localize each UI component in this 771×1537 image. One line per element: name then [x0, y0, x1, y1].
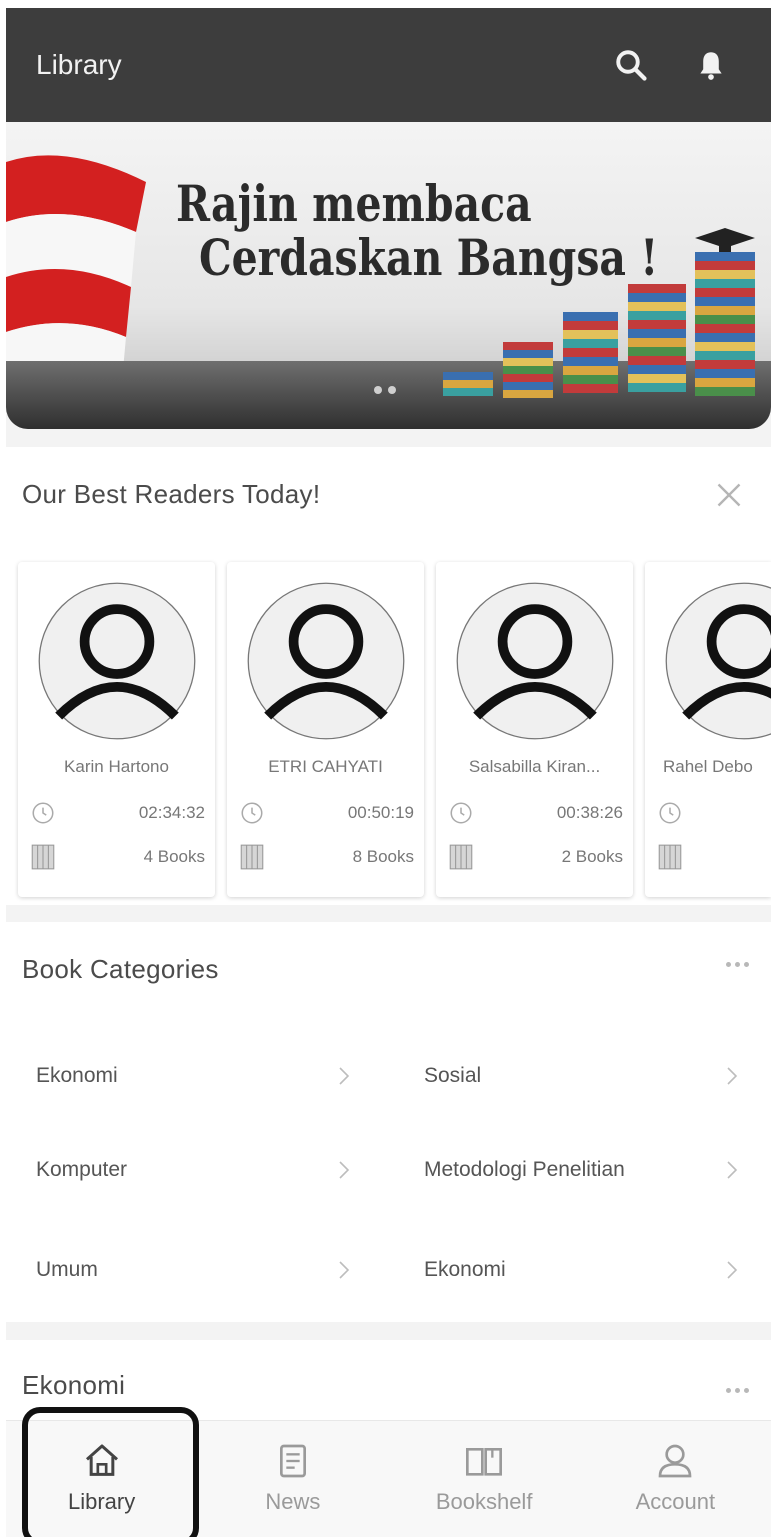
- category-label: Umum: [36, 1258, 98, 1281]
- more-dot: [744, 1388, 749, 1393]
- nav-label: Account: [635, 1489, 716, 1514]
- books-read: 4 Books: [143, 847, 205, 866]
- reading-time-row: 02:34:32: [30, 798, 205, 828]
- avatar-icon: [456, 582, 614, 740]
- clock-icon: [450, 802, 472, 824]
- page-title: Library: [36, 49, 122, 80]
- reading-time-row: 00: [657, 798, 771, 828]
- reading-time-row: 00:38:26: [448, 798, 623, 828]
- category-item[interactable]: Umum: [36, 1240, 356, 1300]
- book-categories-title: Book Categories: [22, 954, 219, 984]
- books-icon: [449, 844, 473, 870]
- app-bar: Library: [6, 8, 771, 122]
- books-icon: [31, 844, 55, 870]
- nav-news[interactable]: News: [197, 1421, 388, 1537]
- close-readers-button[interactable]: [711, 477, 747, 513]
- reader-card[interactable]: Salsabilla Kiran... 00:38:26 2 Books: [436, 562, 633, 897]
- ekonomi-title: Ekonomi: [22, 1370, 126, 1400]
- books-read: 2 Books: [561, 847, 623, 866]
- reader-name: Salsabilla Kiran...: [468, 757, 601, 776]
- reading-time-row: 00:50:19: [239, 798, 414, 828]
- bottom-navigation: Library News Bookshelf Account: [6, 1407, 771, 1537]
- category-item[interactable]: Sosial: [424, 1046, 744, 1106]
- more-dot: [726, 1388, 731, 1393]
- reading-time: 00:38:26: [556, 803, 623, 822]
- books-icon: [658, 844, 682, 870]
- nav-label: Bookshelf: [435, 1489, 533, 1514]
- category-item[interactable]: Ekonomi: [424, 1240, 744, 1300]
- reader-card[interactable]: ETRI CAHYATI 00:50:19 8 Books: [227, 562, 424, 897]
- avatar-icon: [665, 582, 771, 740]
- book-stacks-icon: [443, 228, 755, 398]
- chevron-right-icon: [727, 1067, 738, 1085]
- best-readers-section: Our Best Readers Today! Karin Hartono 02…: [6, 447, 771, 905]
- banner-pagination[interactable]: [374, 386, 396, 394]
- clock-icon: [659, 802, 681, 824]
- books-read-row: 4 Books: [30, 842, 205, 872]
- banner-dot[interactable]: [374, 386, 382, 394]
- reader-card[interactable]: Karin Hartono 02:34:32 4 Books: [18, 562, 215, 897]
- chevron-right-icon: [339, 1261, 350, 1279]
- clock-icon: [241, 802, 263, 824]
- books-read: 8 Books: [352, 847, 414, 866]
- avatar-icon: [38, 582, 196, 740]
- close-icon: [717, 483, 741, 507]
- book-open-icon: [466, 1448, 503, 1476]
- reader-name: Karin Hartono: [64, 757, 169, 776]
- more-dot: [726, 962, 731, 967]
- category-label: Ekonomi: [424, 1258, 506, 1281]
- books-read-row: 1: [657, 842, 771, 872]
- more-dot: [735, 962, 740, 967]
- user-icon: [659, 1444, 692, 1478]
- more-dot: [744, 962, 749, 967]
- chevron-right-icon: [727, 1261, 738, 1279]
- home-icon: [85, 1444, 118, 1476]
- category-label: Komputer: [36, 1158, 128, 1181]
- books-read-row: 2 Books: [448, 842, 623, 872]
- best-readers-title: Our Best Readers Today!: [22, 479, 321, 509]
- chevron-right-icon: [339, 1067, 350, 1085]
- books-icon: [240, 844, 264, 870]
- nav-label: Library: [68, 1489, 136, 1514]
- reader-name: Rahel Debo: [663, 757, 753, 776]
- reader-name: ETRI CAHYATI: [268, 757, 383, 776]
- nav-library[interactable]: Library: [6, 1407, 200, 1537]
- reading-time: 02:34:32: [138, 803, 205, 822]
- news-icon: [279, 1444, 306, 1478]
- bell-icon: [700, 52, 722, 80]
- reading-time: 00:50:19: [347, 803, 414, 822]
- ekonomi-more-button[interactable]: [726, 1388, 749, 1393]
- category-item[interactable]: Metodologi Penelitian: [424, 1140, 744, 1200]
- banner-dot[interactable]: [388, 386, 396, 394]
- category-item[interactable]: Komputer: [36, 1140, 356, 1200]
- more-dot: [735, 1388, 740, 1393]
- categories-more-button[interactable]: [726, 962, 749, 967]
- reader-card[interactable]: Rahel Debo 00 1: [645, 562, 771, 897]
- clock-icon: [32, 802, 54, 824]
- category-item[interactable]: Ekonomi: [36, 1046, 356, 1106]
- avatar-icon: [247, 582, 405, 740]
- nav-bookshelf[interactable]: Bookshelf: [389, 1421, 580, 1537]
- chevron-right-icon: [339, 1161, 350, 1179]
- promo-banner[interactable]: Rajin membaca Cerdaskan Bangsa !: [6, 122, 771, 429]
- category-label: Sosial: [424, 1064, 482, 1087]
- category-label: Metodologi Penelitian: [424, 1158, 625, 1181]
- search-button[interactable]: [601, 35, 661, 95]
- search-icon: [616, 50, 647, 81]
- nav-account[interactable]: Account: [580, 1421, 771, 1537]
- category-label: Ekonomi: [36, 1064, 118, 1087]
- notifications-button[interactable]: [681, 35, 741, 95]
- book-categories-section: Book Categories Ekonomi Sosial Komputer …: [6, 922, 771, 1322]
- nav-label: News: [265, 1489, 321, 1514]
- chevron-right-icon: [727, 1161, 738, 1179]
- books-read-row: 8 Books: [239, 842, 414, 872]
